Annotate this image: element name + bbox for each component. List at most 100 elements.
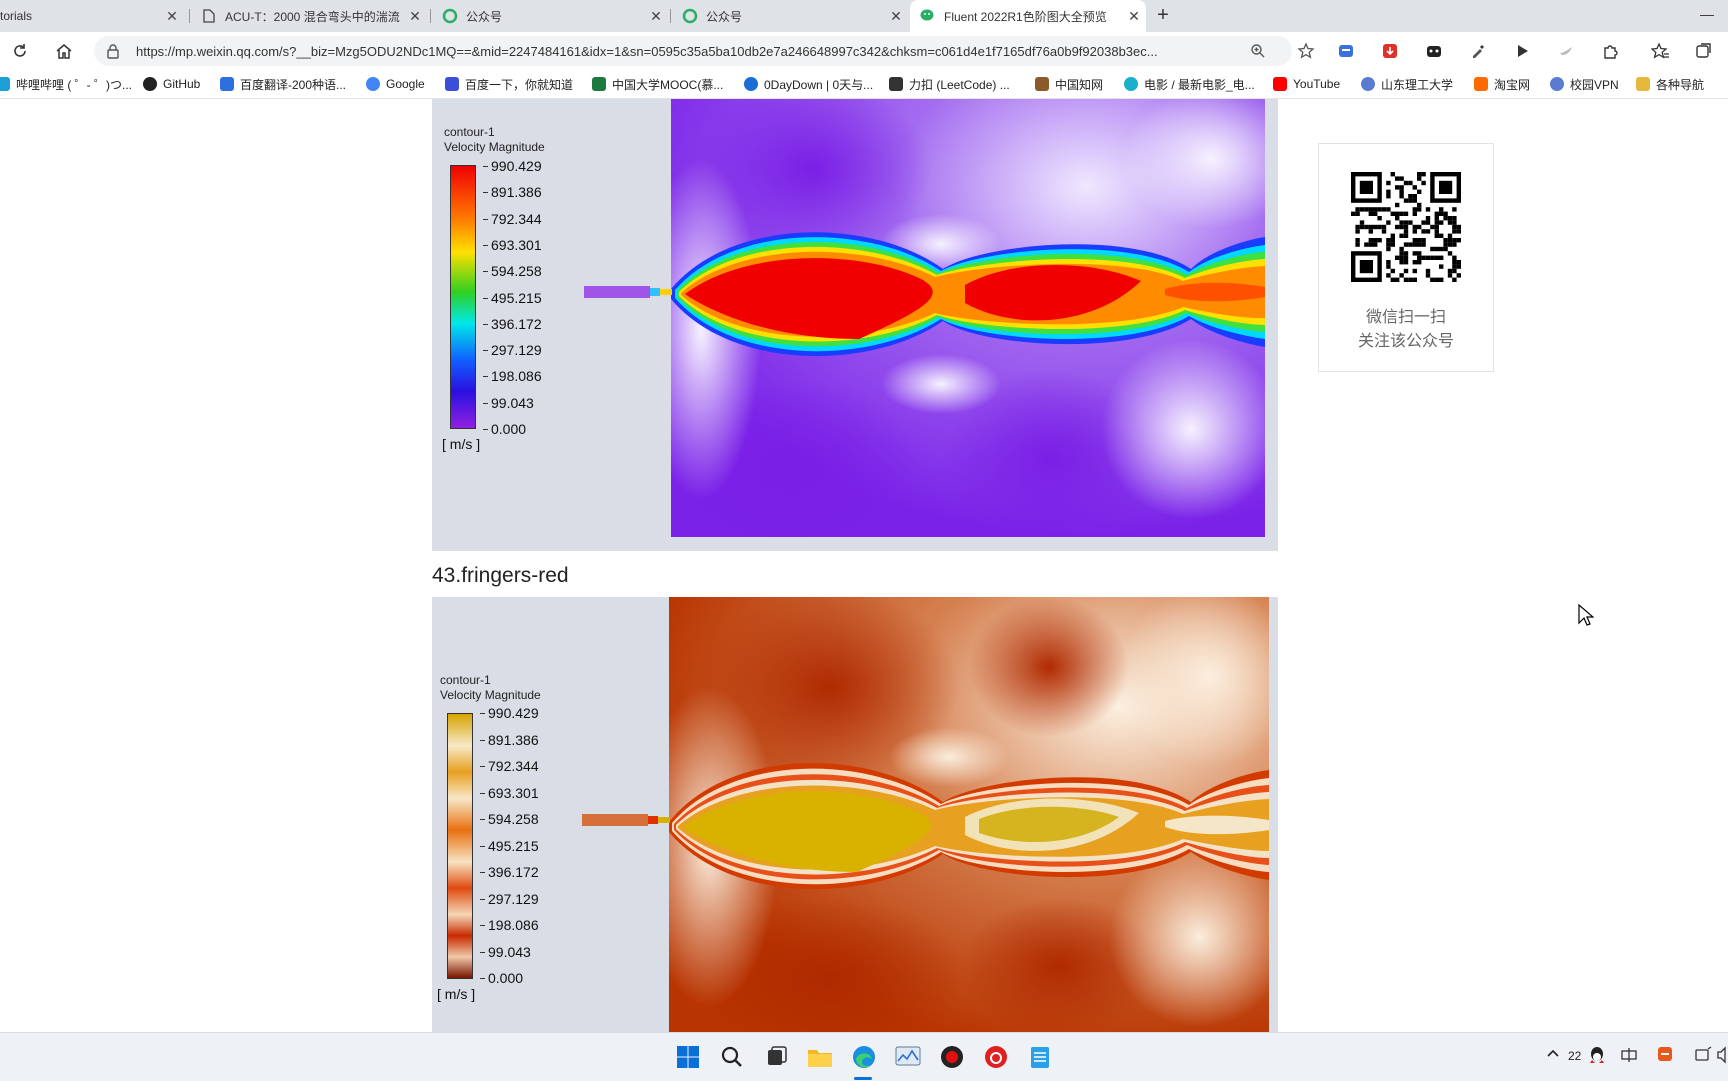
collections-icon[interactable] (1695, 42, 1713, 60)
qr-module (1447, 220, 1453, 225)
bookmark-label: 各种导航 (1656, 77, 1705, 92)
extension-tabs-icon[interactable] (1337, 42, 1355, 60)
qr-module (1373, 211, 1378, 216)
qr-module (1390, 242, 1395, 247)
close-icon[interactable]: ✕ (884, 8, 908, 25)
bookmark-mooc[interactable]: 中国大学MOOC(慕... (592, 76, 723, 92)
article-content: contour-1 Velocity Magnitude 990.429 891.… (0, 99, 1728, 1032)
close-icon[interactable]: ✕ (644, 8, 668, 25)
favorites-icon[interactable] (1651, 42, 1669, 60)
bookmark-bilibili[interactable]: 哔哩哔哩 ( ゜- ゜)つ... (0, 76, 132, 92)
close-icon[interactable]: ✕ (1122, 8, 1146, 25)
qr-module (1403, 224, 1409, 230)
ime-indicator-icon[interactable] (1620, 1047, 1638, 1066)
tab-fluent-active[interactable]: Fluent 2022R1色阶图大全预览 ✕ (910, 0, 1146, 32)
url-text[interactable]: https://mp.weixin.qq.com/s?__biz=Mzg5ODU… (136, 44, 1216, 59)
qr-module (1368, 224, 1373, 230)
bookmark-cnki[interactable]: 中国知网 (1035, 76, 1103, 92)
bookmark-movie[interactable]: 电影 / 最新电影_电... (1124, 76, 1255, 92)
weiyun-tray-icon[interactable] (1656, 1045, 1674, 1066)
bookmark-github[interactable]: GitHub (143, 76, 200, 92)
bookmark-0daydown[interactable]: 0DayDown | 0天与... (744, 76, 873, 92)
edge-browser-button[interactable] (850, 1043, 878, 1071)
close-icon[interactable]: ✕ (403, 8, 427, 25)
qr-module (1456, 238, 1461, 243)
close-icon[interactable]: ✕ (160, 8, 184, 25)
volume-icon[interactable] (1716, 1046, 1728, 1067)
perf-monitor-button[interactable] (894, 1043, 922, 1071)
new-tab-button[interactable]: + (1150, 4, 1176, 28)
qr-module (1390, 233, 1395, 238)
colorbar-tick-mark (480, 739, 485, 741)
qr-module (1386, 242, 1391, 247)
tab-acu-t[interactable]: ACU-T：2000 混合弯头中的湍流 ✕ (191, 0, 427, 32)
qr-module (1395, 202, 1400, 208)
qr-module (1430, 246, 1435, 252)
bookmark-google[interactable]: Google (366, 76, 425, 92)
start-button[interactable] (674, 1043, 702, 1071)
bookmark-vpn[interactable]: 校园VPN (1550, 76, 1619, 92)
bookmark-taobao[interactable]: 淘宝网 (1474, 76, 1530, 92)
extension-bird-icon[interactable] (1557, 42, 1575, 60)
colorbar-tick-label: 396.172 (488, 864, 539, 880)
tab-tutorials[interactable]: torials ✕ (0, 0, 184, 32)
favorite-add-icon[interactable] (1297, 42, 1315, 65)
lock-icon[interactable] (106, 43, 120, 64)
extension-play-icon[interactable] (1513, 42, 1531, 60)
tab-gongzhonghao-2[interactable]: 公众号 ✕ (672, 0, 908, 32)
qr-module (1443, 216, 1448, 221)
extension-eyedropper-icon[interactable] (1469, 42, 1487, 60)
qr-module (1430, 277, 1435, 282)
wechat-mp-icon (682, 8, 698, 24)
qr-module (1403, 220, 1409, 225)
tray-overflow-icon[interactable] (1546, 1047, 1560, 1062)
qr-module (1381, 224, 1387, 230)
qr-module (1425, 216, 1431, 221)
qr-module (1417, 251, 1422, 256)
extensions-puzzle-icon[interactable] (1601, 42, 1619, 60)
qr-module (1412, 185, 1417, 190)
home-button[interactable] (53, 40, 75, 62)
qr-code-image[interactable] (1351, 172, 1461, 282)
tab-gongzhonghao-1[interactable]: 公众号 ✕ (432, 0, 668, 32)
qq-icon[interactable] (1588, 1045, 1606, 1068)
bookmark-sdut[interactable]: 山东理工大学 (1361, 76, 1453, 92)
tab-title: 公众号 (706, 9, 743, 24)
notification-icon[interactable] (1694, 1046, 1712, 1067)
colorbar-tick-mark (483, 271, 488, 273)
qr-module (1452, 207, 1457, 212)
qr-module (1399, 211, 1404, 216)
bookmark-folder-navigation[interactable]: 各种导航 (1636, 76, 1704, 92)
bookmark-leetcode[interactable]: 力扣 (LeetCode) ... (889, 76, 1010, 92)
qr-module (1368, 211, 1373, 216)
qr-module (1386, 260, 1391, 265)
qr-module (1395, 176, 1400, 181)
notepad-button[interactable] (1026, 1043, 1054, 1071)
qr-module (1403, 260, 1409, 265)
qr-module (1390, 277, 1395, 282)
bookmark-label: 淘宝网 (1494, 77, 1531, 92)
search-button[interactable] (718, 1043, 746, 1071)
task-view-button[interactable] (762, 1043, 790, 1071)
qr-module (1390, 238, 1395, 243)
bookmark-label: 校园VPN (1570, 77, 1619, 92)
bookmark-baidu-translate[interactable]: 百度翻译-200种语... (220, 76, 346, 92)
qr-module (1430, 255, 1435, 260)
qr-module (1408, 198, 1413, 203)
taobao-icon (1474, 77, 1488, 91)
file-explorer-button[interactable] (806, 1043, 834, 1071)
bookmark-baidu[interactable]: 百度一下，你就知道 (445, 76, 573, 92)
qr-module (1386, 194, 1391, 199)
qr-module (1417, 189, 1422, 194)
address-bar[interactable]: https://mp.weixin.qq.com/s?__biz=Mzg5ODU… (94, 36, 1315, 66)
netease-music-button[interactable] (982, 1043, 1010, 1071)
record-app-button[interactable] (938, 1043, 966, 1071)
extension-download-icon[interactable] (1381, 42, 1399, 60)
extension-mask-icon[interactable] (1425, 42, 1443, 60)
minimize-button[interactable]: — (1700, 6, 1714, 22)
unit-label: [ m/s ] (442, 436, 481, 452)
bookmark-youtube[interactable]: YouTube (1273, 76, 1340, 92)
zoom-icon[interactable] (1250, 43, 1266, 64)
refresh-button[interactable] (9, 40, 31, 62)
qr-module (1403, 211, 1409, 216)
